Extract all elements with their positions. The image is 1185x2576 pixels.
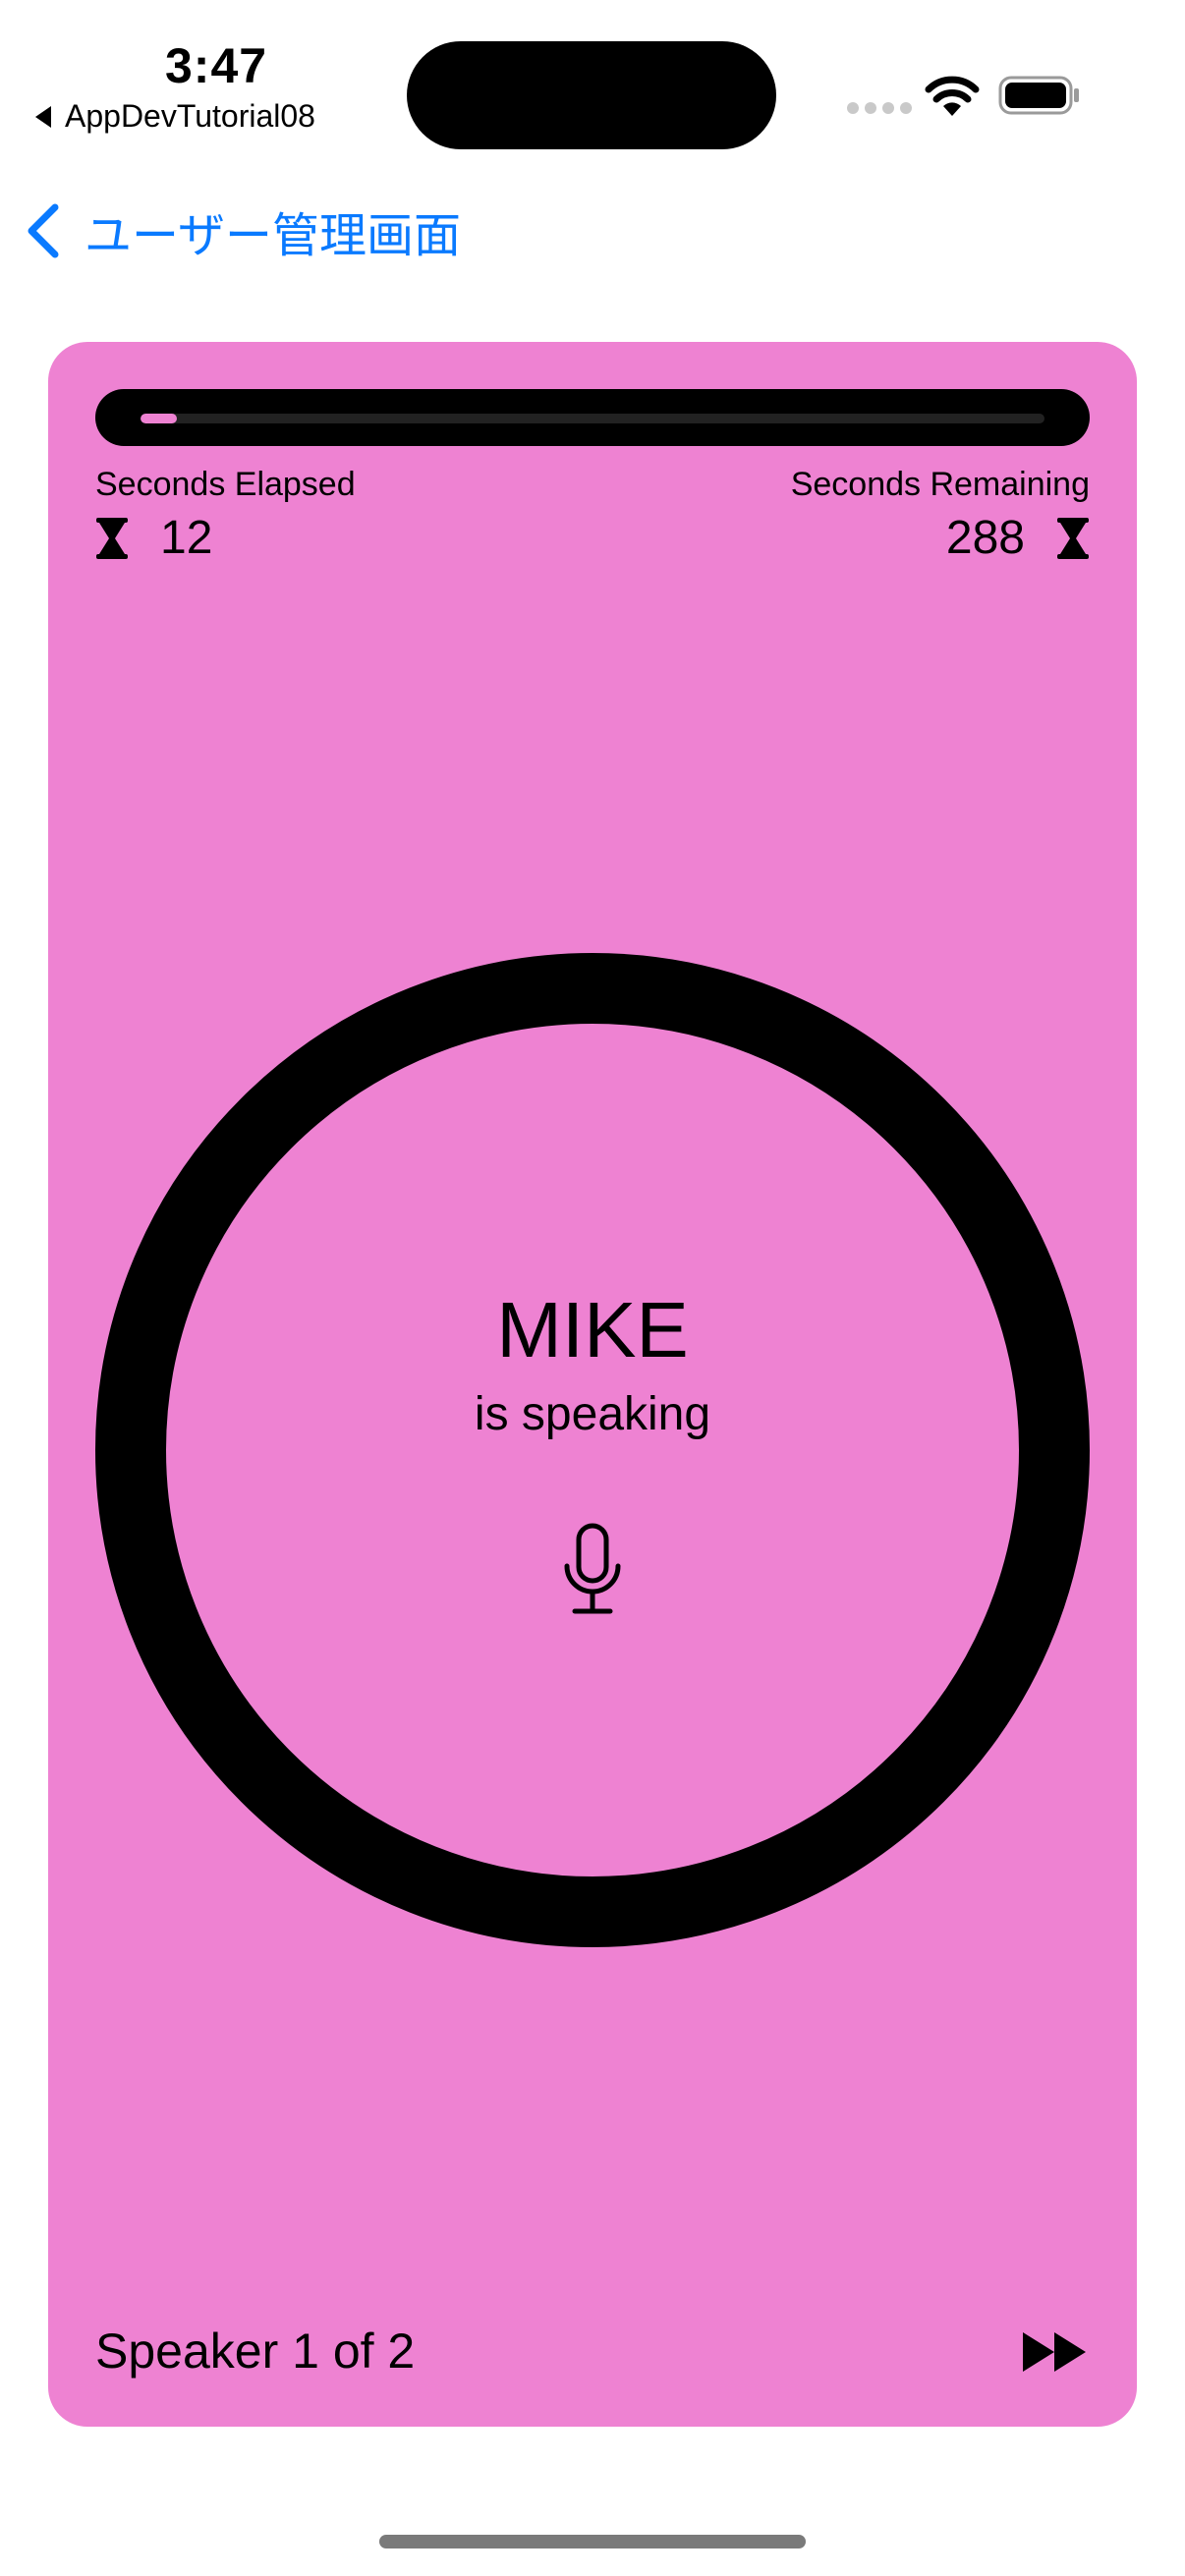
seconds-elapsed-value: 12 xyxy=(160,512,213,564)
home-indicator[interactable] xyxy=(379,2535,806,2548)
nav-back-label: ユーザー管理画面 xyxy=(85,210,462,262)
speaker-count: Speaker 1 of 2 xyxy=(95,2324,416,2379)
back-triangle-icon xyxy=(35,105,51,128)
hourglass-icon xyxy=(96,517,128,559)
seconds-remaining-label: Seconds Remaining xyxy=(790,466,1090,503)
meeting-screen: 3:47 AppDevTutorial08 ユーザー管理画面 Seconds E… xyxy=(0,0,1185,2576)
cellular-signal-icon xyxy=(847,102,912,114)
back-app-label: AppDevTutorial08 xyxy=(65,98,315,134)
meeting-card: Seconds Elapsed Seconds Remaining 12 288… xyxy=(48,342,1137,2427)
progress-fill xyxy=(141,414,177,423)
forward-icon xyxy=(1023,2332,1086,2372)
hourglass-icon xyxy=(1057,517,1089,559)
skip-speaker-button[interactable] xyxy=(1021,2330,1090,2374)
seconds-elapsed: 12 xyxy=(95,511,212,565)
seconds-remaining: 288 xyxy=(946,511,1090,565)
speaker-name: MIKE xyxy=(496,1286,689,1373)
seconds-remaining-value: 288 xyxy=(945,512,1025,564)
dynamic-island xyxy=(407,41,776,149)
speaker-status: is speaking xyxy=(474,1388,711,1440)
mic-icon xyxy=(564,1523,621,1614)
speaker-ring xyxy=(95,953,1090,1947)
meeting-progress-bar xyxy=(95,389,1090,446)
chevron-left-icon xyxy=(28,203,59,258)
progress-track xyxy=(141,414,1044,423)
wifi-icon xyxy=(925,76,980,116)
seconds-elapsed-label: Seconds Elapsed xyxy=(95,466,356,503)
status-time: 3:47 xyxy=(165,38,268,93)
back-to-app-button[interactable]: AppDevTutorial08 xyxy=(35,98,315,135)
nav-back-button[interactable]: ユーザー管理画面 xyxy=(22,196,461,265)
battery-icon xyxy=(998,76,1079,115)
